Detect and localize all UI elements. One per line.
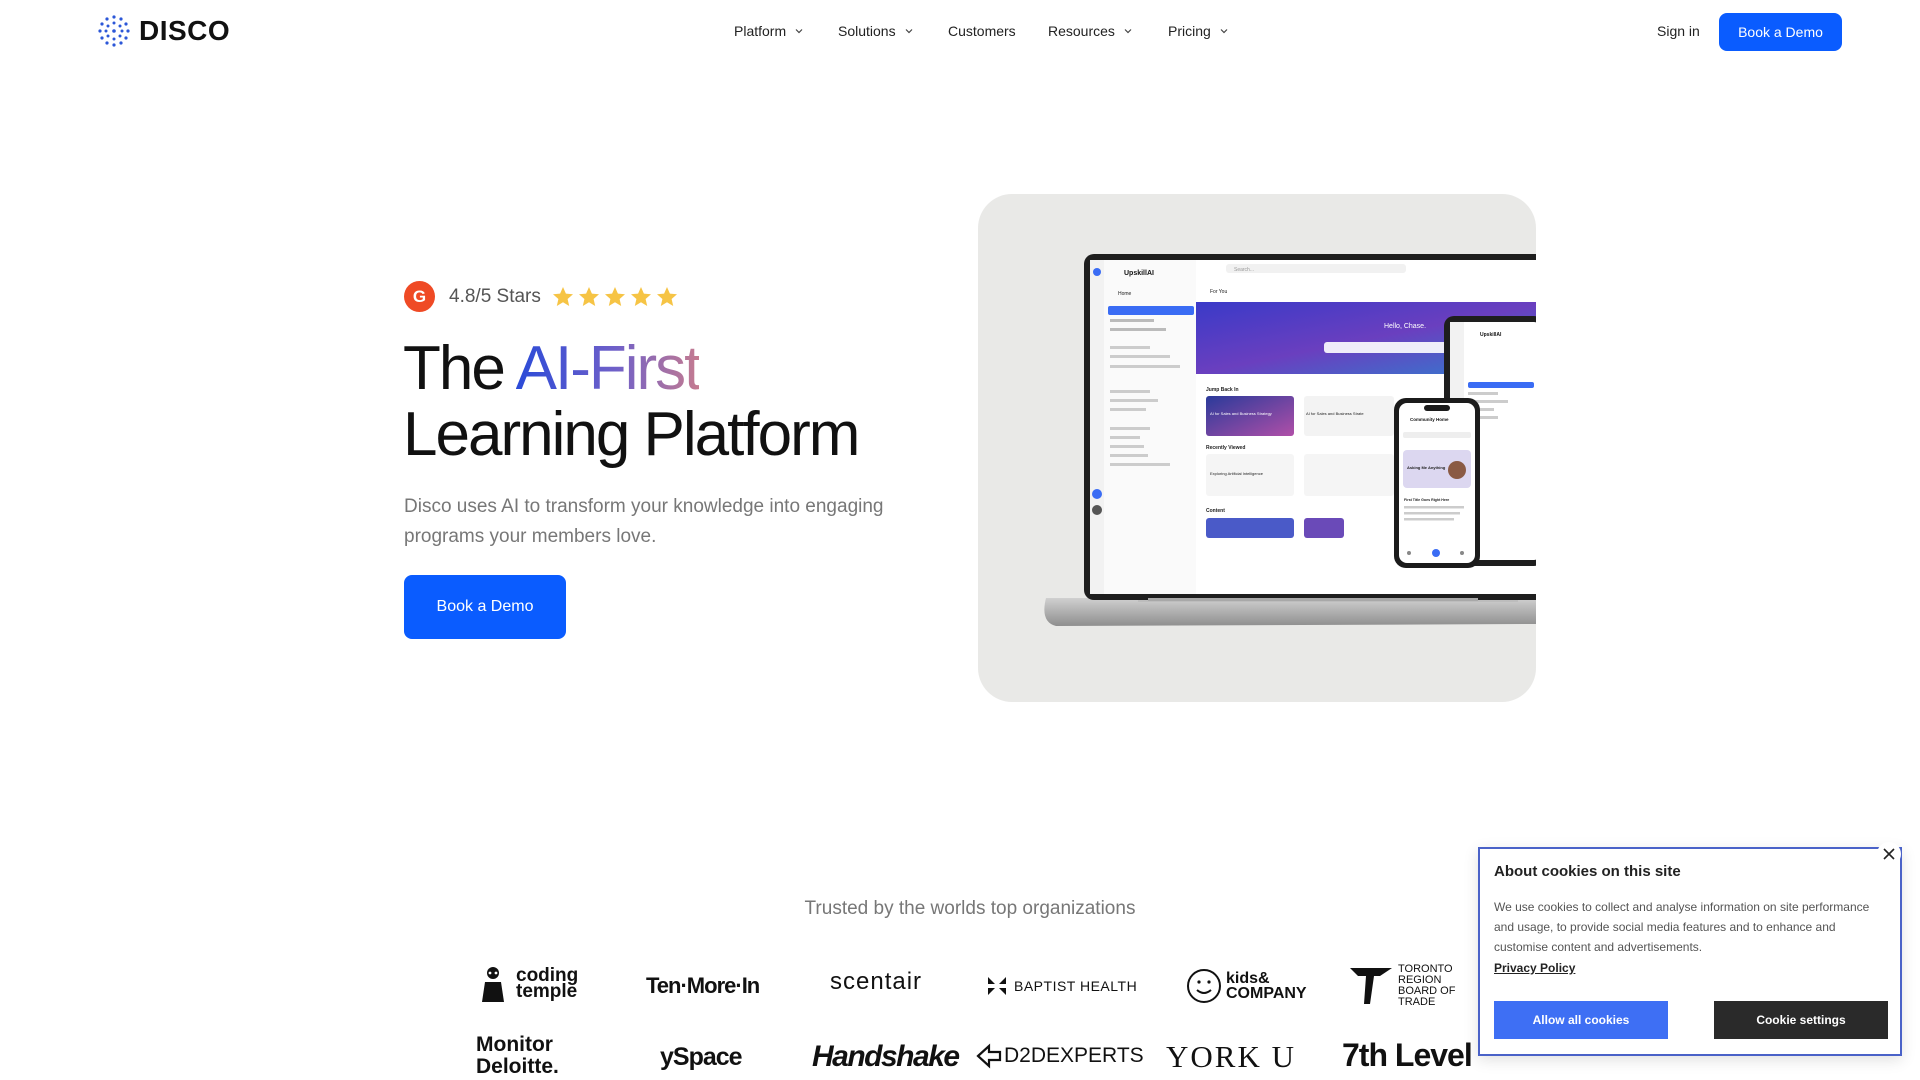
logo-ten-more-in-text: Ten·More·In bbox=[646, 973, 760, 998]
mockup-tablet-app: UpskillAI bbox=[1480, 332, 1502, 338]
logo-scentair: scentair bbox=[830, 968, 922, 996]
chevron-down-icon bbox=[905, 29, 913, 34]
chevron-down-icon bbox=[795, 29, 803, 34]
mockup-lesson-1: Exploring Artificial Intelligence bbox=[1210, 471, 1264, 476]
g2-logo-icon: G bbox=[404, 281, 435, 312]
mockup-phone-card: Asking Me Anything bbox=[1407, 465, 1446, 470]
mockup-jump-back: Jump Back In bbox=[1206, 387, 1239, 393]
logo-coding-temple: coding temple bbox=[478, 964, 580, 1004]
nav-platform-label: Platform bbox=[734, 23, 787, 39]
logo-baptist-health: BAPTIST HEALTH bbox=[986, 975, 1137, 997]
book-demo-hero-button[interactable]: Book a Demo bbox=[404, 575, 566, 639]
hero-title-line2: Learning Platform bbox=[403, 400, 860, 469]
logo-d2dexperts-text: D2DEXPERTS bbox=[1004, 1044, 1144, 1067]
logo-handshake-text: Handshake bbox=[812, 1040, 960, 1073]
mockup-recently-viewed: Recently Viewed bbox=[1206, 445, 1245, 451]
mockup-home-label: Home bbox=[1118, 291, 1132, 297]
brand-name: DISCO bbox=[139, 15, 231, 46]
star-rating bbox=[551, 285, 679, 309]
mockup-for-you: For You bbox=[1210, 289, 1227, 295]
logo-yspace-text: ySpace bbox=[660, 1043, 743, 1071]
star-icon bbox=[630, 286, 651, 306]
mockup-card-2: AI for Sales and Business Strate bbox=[1306, 411, 1364, 416]
chevron-down-icon bbox=[1220, 29, 1228, 34]
nav-pricing[interactable]: Pricing bbox=[1168, 23, 1228, 39]
logo-7th-level: 7th Level bbox=[1342, 1037, 1473, 1074]
logo-york-u: YORK U bbox=[1166, 1039, 1296, 1075]
nav-pricing-label: Pricing bbox=[1168, 23, 1211, 39]
nav-customers-label: Customers bbox=[948, 23, 1016, 39]
g2-rating: G 4.8/5 Stars bbox=[404, 281, 679, 312]
nav-solutions[interactable]: Solutions bbox=[838, 23, 913, 39]
disco-dots-icon bbox=[98, 15, 130, 47]
logo-ten-more-in: Ten·More·In bbox=[646, 973, 760, 999]
cookie-text: We use cookies to collect and analyse in… bbox=[1494, 900, 1870, 954]
star-icon bbox=[578, 286, 599, 306]
privacy-policy-link[interactable]: Privacy Policy bbox=[1494, 961, 1575, 975]
coding-temple-mascot-icon bbox=[482, 967, 504, 1002]
mockup-greeting: Hello, Chase. bbox=[1384, 323, 1426, 330]
cookie-title: About cookies on this site bbox=[1494, 863, 1681, 880]
logo-yspace: ySpace bbox=[660, 1043, 743, 1072]
product-mockup-image: UpskillAI Home Search... For You Hello, … bbox=[978, 194, 1536, 702]
nav-solutions-label: Solutions bbox=[838, 23, 896, 39]
star-icon bbox=[552, 286, 573, 306]
disco-logo[interactable]: DISCO bbox=[97, 14, 230, 48]
sign-in-link[interactable]: Sign in bbox=[1657, 23, 1700, 39]
chevron-down-icon bbox=[1124, 29, 1132, 34]
mockup-content-label: Content bbox=[1206, 508, 1225, 514]
logo-kids-company-text: kids& COMPANY bbox=[1226, 970, 1307, 1002]
cookie-settings-button[interactable]: Cookie settings bbox=[1714, 1001, 1888, 1039]
hero-title-highlight: AI-First bbox=[515, 334, 702, 403]
nav-platform[interactable]: Platform bbox=[734, 23, 803, 39]
top-navigation: DISCO Platform Solutions Customers Resou… bbox=[0, 0, 1920, 64]
nav-resources[interactable]: Resources bbox=[1048, 23, 1132, 39]
logo-scentair-text: scentair bbox=[830, 968, 923, 995]
mockup-phone-post: First Title Goes Right Here bbox=[1404, 498, 1449, 502]
rating-text: 4.8/5 Stars bbox=[449, 285, 541, 307]
kids-company-smile-icon bbox=[1187, 969, 1221, 1003]
allow-all-cookies-button[interactable]: Allow all cookies bbox=[1494, 1001, 1668, 1039]
hero-title-prefix: The bbox=[403, 334, 516, 403]
logo-toronto-board-text: TORONTO REGION BOARD OF TRADE bbox=[1398, 963, 1456, 1008]
star-icon bbox=[604, 286, 625, 306]
hero-title: The AI-First Learning Platform bbox=[403, 334, 860, 469]
logo-york-u-text: YORK U bbox=[1166, 1039, 1296, 1074]
cookie-banner: About cookies on this site We use cookie… bbox=[1478, 847, 1902, 1056]
logo-monitor-deloitte: Monitor Deloitte. bbox=[476, 1034, 586, 1078]
mockup-phone-header: Community Home bbox=[1410, 417, 1449, 422]
cookie-close-button[interactable] bbox=[1877, 842, 1901, 866]
logo-kids-company: kids& COMPANY bbox=[1186, 968, 1307, 1004]
toronto-board-emblem-icon bbox=[1350, 968, 1392, 1004]
book-demo-nav-button[interactable]: Book a Demo bbox=[1719, 13, 1842, 51]
logo-monitor-deloitte-text: Monitor Deloitte. bbox=[476, 1033, 559, 1078]
mockup-card-1: AI for Sales and Business Strategy bbox=[1210, 411, 1272, 416]
logo-handshake: Handshake bbox=[812, 1040, 960, 1074]
baptist-health-cross-icon bbox=[988, 977, 1006, 995]
mockup-app-name: UpskillAI bbox=[1124, 270, 1154, 277]
hero-subtitle: Disco uses AI to transform your knowledg… bbox=[404, 496, 884, 547]
devices-illustration: UpskillAI Home Search... For You Hello, … bbox=[1044, 254, 1536, 626]
mockup-search: Search... bbox=[1234, 267, 1254, 273]
d2d-arrow-icon bbox=[976, 1043, 1002, 1069]
close-icon bbox=[1883, 848, 1895, 860]
logo-baptist-health-text: BAPTIST HEALTH bbox=[1014, 978, 1138, 994]
nav-resources-label: Resources bbox=[1048, 23, 1115, 39]
logo-coding-temple-text: coding temple bbox=[516, 965, 579, 1002]
star-icon bbox=[656, 286, 677, 306]
logo-7th-level-text: 7th Level bbox=[1342, 1037, 1473, 1073]
nav-customers[interactable]: Customers bbox=[948, 23, 1016, 39]
logo-toronto-board: TORONTO REGION BOARD OF TRADE bbox=[1348, 964, 1470, 1008]
logo-d2dexperts: D2DEXPERTS bbox=[976, 1043, 1144, 1069]
